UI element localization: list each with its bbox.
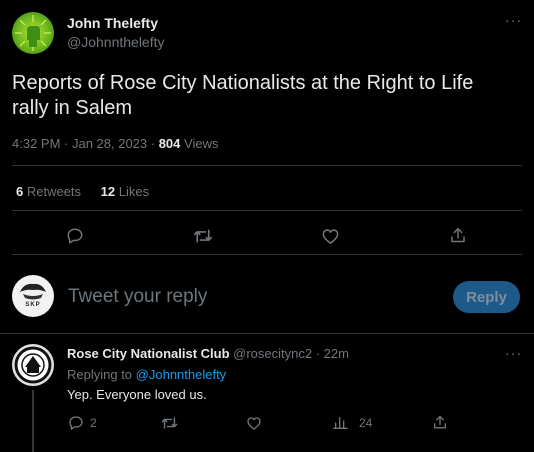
divider: [12, 254, 522, 255]
divider: [12, 210, 522, 211]
reply-share-icon[interactable]: [432, 414, 448, 431]
more-icon[interactable]: ···: [505, 12, 522, 28]
user-avatar-text: SKP: [25, 302, 41, 308]
author-handle[interactable]: @Johnnthelefty: [67, 34, 165, 50]
retweets-link[interactable]: 6 Retweets: [16, 184, 81, 199]
views-count: 804: [158, 136, 181, 151]
user-avatar[interactable]: SKP: [12, 275, 54, 317]
like-icon[interactable]: [321, 227, 340, 245]
tweet-meta: 4:32 PM · Jan 28, 2023 · 804 Views: [12, 136, 218, 151]
reply-retweet-icon[interactable]: [161, 415, 178, 431]
divider: [0, 333, 534, 334]
share-icon[interactable]: [449, 226, 467, 245]
reply-count: 2: [90, 416, 97, 430]
replying-to: Replying to @Johnnthelefty: [67, 367, 226, 382]
engagement-stats: 6 Retweets 12 Likes: [16, 184, 149, 199]
skull-logo-icon: [20, 283, 46, 300]
reply-author-avatar[interactable]: [12, 344, 54, 386]
author-name[interactable]: John Thelefty: [67, 15, 158, 31]
reply-icon[interactable]: [66, 227, 84, 245]
views-icon[interactable]: 24: [333, 415, 372, 431]
reply-input[interactable]: Tweet your reply: [68, 286, 207, 308]
reply-author-name[interactable]: Rose City Nationalist Club: [67, 346, 230, 361]
reply-views-count: 24: [359, 416, 373, 430]
tweet-time[interactable]: 4:32 PM · Jan 28, 2023 ·: [12, 136, 159, 151]
likes-count: 12: [100, 184, 116, 199]
reply-button[interactable]: Reply: [453, 281, 520, 313]
retweet-icon[interactable]: [193, 227, 213, 245]
views-label: Views: [180, 136, 219, 151]
emblem-icon: [14, 346, 52, 384]
tweet-text: Reports of Rose City Nationalists at the…: [12, 72, 474, 119]
likes-label: Likes: [115, 184, 150, 199]
thread-line: [32, 390, 34, 452]
reply-text: Yep. Everyone loved us.: [67, 387, 207, 402]
replying-prefix: Replying to: [67, 367, 136, 382]
fist-logo-icon: [15, 15, 51, 51]
reply-reply-icon[interactable]: 2: [68, 415, 97, 431]
reply-like-icon[interactable]: [246, 415, 262, 431]
reply-author-handle[interactable]: @rosecitync2 · 22m: [233, 346, 349, 361]
likes-link[interactable]: 12 Likes: [101, 184, 149, 199]
more-icon[interactable]: ···: [505, 345, 522, 361]
replying-to-link[interactable]: @Johnnthelefty: [136, 367, 227, 382]
reply-header: Rose City Nationalist Club @rosecitync2 …: [67, 346, 349, 361]
retweets-label: Retweets: [23, 184, 82, 199]
divider: [12, 165, 522, 166]
author-avatar[interactable]: [12, 12, 54, 54]
